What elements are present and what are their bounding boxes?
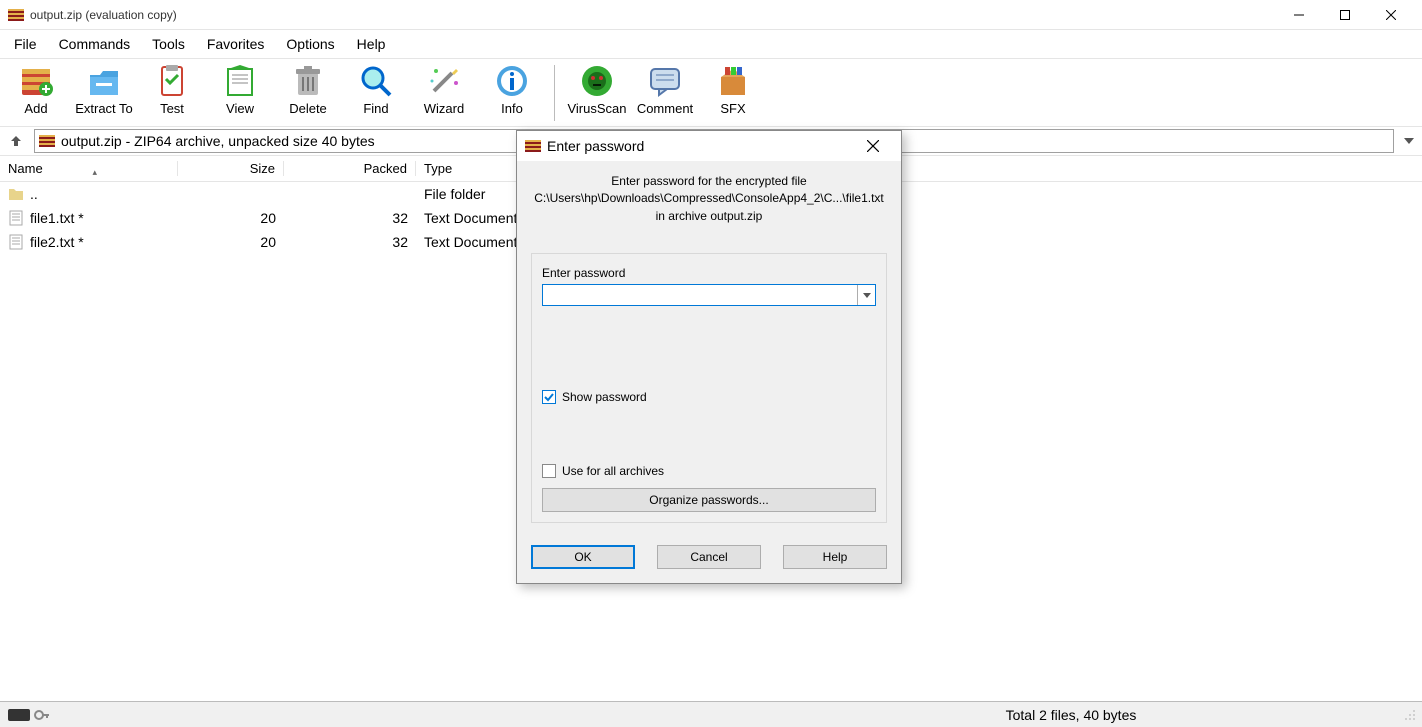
address-dropdown[interactable] xyxy=(1400,138,1418,144)
text-file-icon xyxy=(8,234,24,250)
up-arrow-icon xyxy=(9,134,23,148)
password-label: Enter password xyxy=(542,266,876,280)
comment-icon xyxy=(647,63,683,99)
col-size[interactable]: Size xyxy=(178,161,284,176)
close-icon xyxy=(867,140,879,152)
toolbar-virusscan[interactable]: VirusScan xyxy=(567,61,627,116)
toolbar-delete-label: Delete xyxy=(289,101,327,116)
chevron-down-icon xyxy=(863,293,871,298)
status-bar: Total 2 files, 40 bytes xyxy=(0,701,1422,727)
toolbar-test-label: Test xyxy=(160,101,184,116)
menu-file[interactable]: File xyxy=(4,32,47,56)
toolbar-comment-label: Comment xyxy=(637,101,693,116)
menu-help[interactable]: Help xyxy=(347,32,396,56)
virus-icon xyxy=(579,63,615,99)
toolbar-separator xyxy=(554,65,555,121)
key-icon xyxy=(34,708,50,722)
password-field[interactable] xyxy=(543,285,857,305)
toolbar-sfx-label: SFX xyxy=(720,101,745,116)
dialog-title-bar: Enter password xyxy=(517,131,901,161)
find-icon xyxy=(358,63,394,99)
toolbar-add[interactable]: Add xyxy=(6,61,66,116)
toolbar-view[interactable]: View xyxy=(210,61,270,116)
show-password-checkbox[interactable]: Show password xyxy=(542,390,876,404)
password-dialog: Enter password Enter password for the en… xyxy=(516,130,902,584)
drive-icon xyxy=(8,709,30,721)
sfx-icon xyxy=(715,63,751,99)
address-text: output.zip - ZIP64 archive, unpacked siz… xyxy=(61,133,375,149)
password-dropdown-button[interactable] xyxy=(857,285,875,305)
toolbar-info[interactable]: Info xyxy=(482,61,542,116)
folder-up-icon xyxy=(8,186,24,202)
test-icon xyxy=(154,63,190,99)
toolbar-extract-label: Extract To xyxy=(75,101,133,116)
toolbar-sfx[interactable]: SFX xyxy=(703,61,763,116)
toolbar-find-label: Find xyxy=(363,101,388,116)
toolbar-delete[interactable]: Delete xyxy=(278,61,338,116)
ok-button[interactable]: OK xyxy=(531,545,635,569)
resize-grip-icon[interactable] xyxy=(1402,707,1418,723)
info-icon xyxy=(494,63,530,99)
col-packed[interactable]: Packed xyxy=(284,161,416,176)
toolbar-view-label: View xyxy=(226,101,254,116)
winrar-icon xyxy=(8,7,24,23)
text-file-icon xyxy=(8,210,24,226)
dialog-close-button[interactable] xyxy=(853,131,893,161)
toolbar-extract-to[interactable]: Extract To xyxy=(74,61,134,116)
extract-icon xyxy=(86,63,122,99)
checkbox-unchecked-icon xyxy=(542,464,556,478)
menu-favorites[interactable]: Favorites xyxy=(197,32,275,56)
dialog-group: Enter password Show password Use for all… xyxy=(531,253,887,523)
wizard-icon xyxy=(426,63,462,99)
archive-icon xyxy=(39,133,55,149)
menu-bar: File Commands Tools Favorites Options He… xyxy=(0,30,1422,58)
toolbar-add-label: Add xyxy=(24,101,47,116)
checkbox-checked-icon xyxy=(542,390,556,404)
status-icons xyxy=(0,708,200,722)
view-icon xyxy=(222,63,258,99)
add-icon xyxy=(18,63,54,99)
toolbar-info-label: Info xyxy=(501,101,523,116)
delete-icon xyxy=(290,63,326,99)
winrar-icon xyxy=(525,138,541,154)
close-button[interactable] xyxy=(1368,0,1414,30)
menu-commands[interactable]: Commands xyxy=(49,32,141,56)
toolbar-comment[interactable]: Comment xyxy=(635,61,695,116)
toolbar: Add Extract To Test View Delete Find Wiz… xyxy=(0,58,1422,126)
password-input[interactable] xyxy=(542,284,876,306)
help-button[interactable]: Help xyxy=(783,545,887,569)
minimize-button[interactable] xyxy=(1276,0,1322,30)
cancel-button[interactable]: Cancel xyxy=(657,545,761,569)
toolbar-virusscan-label: VirusScan xyxy=(567,101,626,116)
dialog-message: Enter password for the encrypted file C:… xyxy=(531,173,887,225)
menu-tools[interactable]: Tools xyxy=(142,32,195,56)
toolbar-wizard[interactable]: Wizard xyxy=(414,61,474,116)
status-summary: Total 2 files, 40 bytes xyxy=(200,707,1402,723)
toolbar-wizard-label: Wizard xyxy=(424,101,464,116)
maximize-button[interactable] xyxy=(1322,0,1368,30)
sort-indicator-icon: ▴ xyxy=(92,167,97,178)
col-name[interactable]: Name▴ xyxy=(0,161,178,176)
menu-options[interactable]: Options xyxy=(276,32,344,56)
toolbar-find[interactable]: Find xyxy=(346,61,406,116)
up-button[interactable] xyxy=(4,129,28,153)
chevron-down-icon xyxy=(1404,138,1414,144)
title-bar: output.zip (evaluation copy) xyxy=(0,0,1422,30)
toolbar-test[interactable]: Test xyxy=(142,61,202,116)
dialog-title: Enter password xyxy=(547,138,853,154)
window-title: output.zip (evaluation copy) xyxy=(30,8,1276,22)
use-for-all-checkbox[interactable]: Use for all archives xyxy=(542,464,876,478)
organize-passwords-button[interactable]: Organize passwords... xyxy=(542,488,876,512)
